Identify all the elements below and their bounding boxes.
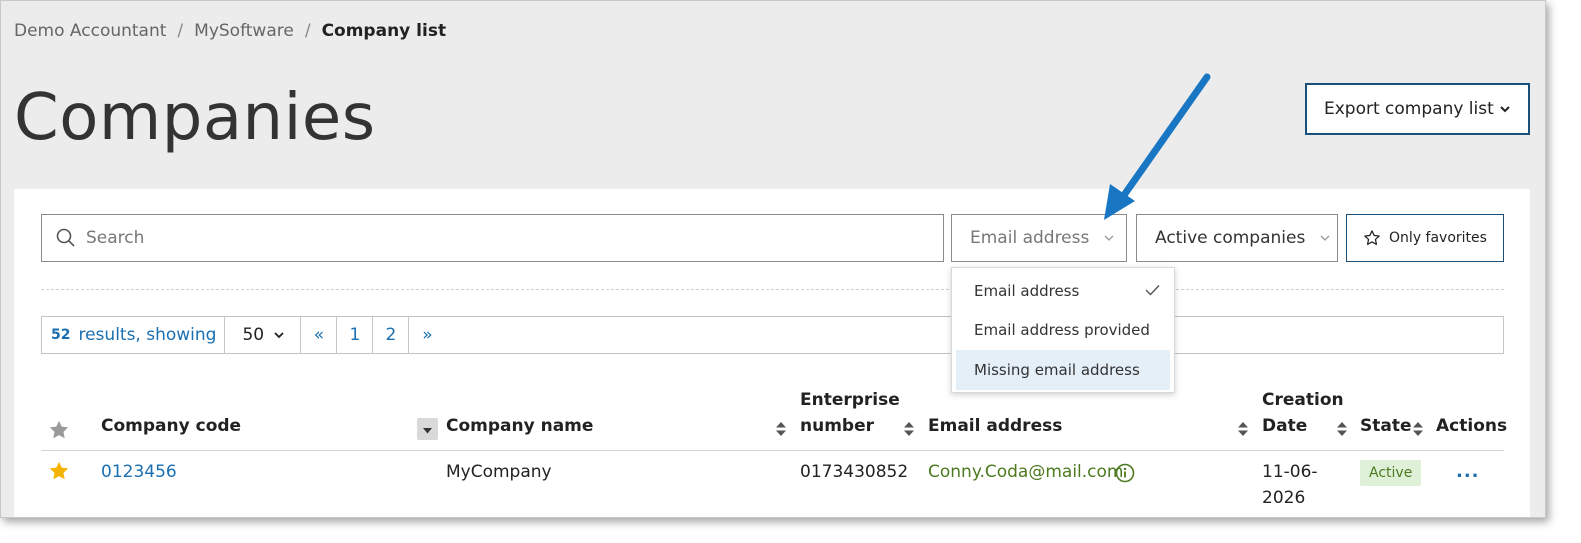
option-label: Email address provided (974, 321, 1150, 339)
divider (41, 289, 1504, 290)
column-header-enterprise-number[interactable]: Enterprise number (800, 387, 900, 439)
favorite-star-icon[interactable] (48, 460, 70, 482)
enterprise-number-cell: 0173430852 (800, 462, 909, 482)
header-line: Creation (1262, 390, 1344, 410)
sort-descending-icon[interactable] (417, 418, 438, 440)
company-name-cell: MyCompany (446, 462, 552, 482)
only-favorites-label: Only favorites (1389, 230, 1487, 246)
creation-date-cell: 11-06- 2026 (1262, 459, 1318, 511)
sort-icon[interactable] (903, 420, 915, 438)
email-filter-value: Email address (970, 228, 1090, 248)
column-header-email-address[interactable]: Email address (928, 413, 1062, 439)
row-actions-button[interactable]: ... (1456, 461, 1480, 482)
status-badge: Active (1360, 460, 1422, 486)
results-count: 52 (51, 327, 71, 343)
first-page-button[interactable]: « (301, 317, 338, 353)
company-code-link[interactable]: 0123456 (101, 459, 177, 485)
column-header-company-code[interactable]: Company code (101, 413, 241, 439)
favorite-column-star-icon[interactable] (48, 419, 70, 441)
breadcrumb: Demo Accountant / MySoftware / Company l… (14, 21, 446, 41)
breadcrumb-separator: / (177, 21, 184, 41)
search-input[interactable]: Search (41, 214, 944, 262)
sort-icon[interactable] (1412, 420, 1424, 438)
sort-icon[interactable] (1336, 420, 1348, 438)
chevron-down-icon (1320, 235, 1330, 241)
page-1-button[interactable]: 1 (337, 317, 374, 353)
search-icon (56, 228, 75, 247)
column-header-creation-date[interactable]: Creation Date (1262, 387, 1344, 439)
breadcrumb-item-mysoftware[interactable]: MySoftware (194, 21, 294, 41)
header-line: Enterprise (800, 390, 900, 410)
email-cell: Conny.Coda@mail.com (928, 462, 1124, 482)
breadcrumb-separator: / (304, 21, 311, 41)
table-header-divider (41, 450, 1504, 451)
chevron-down-icon (274, 332, 284, 339)
sort-icon[interactable] (775, 420, 787, 438)
date-line: 11-06- (1262, 462, 1318, 482)
chevron-down-icon (1500, 106, 1510, 113)
header-line: number (800, 416, 875, 436)
sort-icon[interactable] (1237, 420, 1249, 438)
email-filter-select[interactable]: Email address (951, 214, 1127, 262)
email-filter-dropdown: Email address Email address provided Mis… (951, 267, 1175, 393)
state-filter-select[interactable]: Active companies (1136, 214, 1338, 262)
info-icon[interactable] (1115, 463, 1135, 483)
date-line: 2026 (1262, 488, 1306, 508)
breadcrumb-item-demo-accountant[interactable]: Demo Accountant (14, 21, 166, 41)
breadcrumb-current: Company list (321, 21, 447, 41)
state-filter-value: Active companies (1155, 228, 1306, 248)
column-header-company-name[interactable]: Company name (446, 413, 593, 439)
pagination-bar: 52 results, showing 50 « 1 2 » (41, 316, 1504, 354)
header-line: Date (1262, 416, 1308, 436)
dropdown-option-missing-email-address[interactable]: Missing email address (956, 350, 1170, 390)
last-page-button[interactable]: » (409, 317, 445, 353)
per-page-select[interactable]: 50 (225, 317, 302, 353)
column-header-actions: Actions (1436, 416, 1508, 436)
column-header-state[interactable]: State (1360, 413, 1412, 439)
dropdown-option-email-address-provided[interactable]: Email address provided (956, 310, 1170, 350)
option-label: Email address (974, 282, 1080, 300)
search-placeholder: Search (86, 228, 145, 248)
results-label: results, showing (78, 325, 217, 345)
only-favorites-button[interactable]: Only favorites (1346, 214, 1504, 262)
export-button-label: Export company list (1324, 99, 1494, 119)
chevron-down-icon (1104, 235, 1114, 241)
page-2-button[interactable]: 2 (373, 317, 410, 353)
app-window: Demo Accountant / MySoftware / Company l… (0, 0, 1546, 518)
page-title: Companies (14, 81, 376, 155)
per-page-value: 50 (242, 325, 265, 345)
results-summary: 52 results, showing (42, 317, 226, 353)
option-label: Missing email address (974, 361, 1140, 379)
dropdown-option-email-address[interactable]: Email address (956, 271, 1170, 311)
export-company-list-button[interactable]: Export company list (1305, 83, 1530, 135)
checkmark-icon (1145, 285, 1160, 296)
star-outline-icon (1364, 230, 1380, 246)
